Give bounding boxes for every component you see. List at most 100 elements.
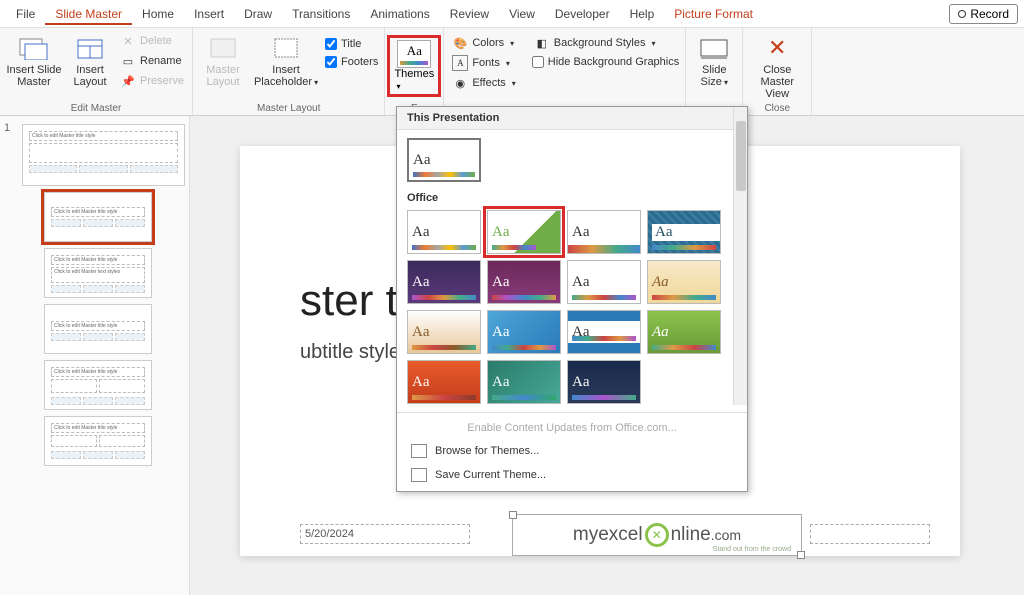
menu-transitions[interactable]: Transitions [282, 3, 360, 25]
title-checkbox[interactable]: Title [325, 36, 378, 52]
rename-button[interactable]: ▭Rename [118, 52, 186, 70]
hide-background-checkbox[interactable]: Hide Background Graphics [532, 54, 679, 70]
theme-facet[interactable]: Aa [487, 210, 561, 254]
themes-highlight: Aa Themes▾ [387, 35, 441, 97]
folder-icon [411, 444, 427, 458]
thumbnail-pane[interactable]: 1 Click to edit Master title style Click… [0, 116, 190, 595]
master-layout-button: Master Layout [199, 30, 247, 88]
theme-berlin[interactable]: Aa [407, 360, 481, 404]
menu-home[interactable]: Home [132, 3, 184, 25]
group-themes: Aa Themes▾ E [385, 28, 444, 115]
save-icon [411, 468, 427, 482]
menu-view[interactable]: View [499, 3, 545, 25]
menu-help[interactable]: Help [620, 3, 665, 25]
effects-icon: ◉ [452, 75, 468, 91]
logo-tagline: Stand out from the crowd [713, 546, 791, 553]
theme-retrospect[interactable]: Aa [647, 260, 721, 304]
menu-insert[interactable]: Insert [184, 3, 234, 25]
insert-layout-button[interactable]: Insert Layout [68, 30, 112, 88]
enable-content-updates: Enable Content Updates from Office.com..… [397, 417, 747, 439]
preserve-icon: 📌 [120, 73, 136, 89]
group-master-layout: Master Layout Insert Placeholder▾ Title … [193, 28, 385, 115]
preserve-button: 📌Preserve [118, 72, 186, 90]
theme-wisp[interactable]: Aa [487, 310, 561, 354]
master-layout-icon [207, 34, 239, 62]
insert-layout-label: Insert Layout [68, 64, 112, 88]
dropdown-section-office: Office [397, 190, 747, 210]
save-current-theme[interactable]: Save Current Theme... [397, 463, 747, 487]
slide-number: 1 [4, 122, 18, 134]
bg-styles-icon: ◧ [534, 35, 550, 51]
group-label-edit-master: Edit Master [6, 102, 186, 114]
group-background: 🎨Colors▾ AFonts▾ ◉Effects▾ ◧Background S… [444, 28, 686, 115]
theme-office[interactable]: Aa [407, 210, 481, 254]
theme-gallery[interactable]: Aa [567, 210, 641, 254]
close-icon: ✕ [761, 34, 793, 62]
menu-slide-master[interactable]: Slide Master [45, 3, 132, 25]
master-thumbnail[interactable]: Click to edit Master title style [22, 124, 185, 186]
browse-themes[interactable]: Browse for Themes... [397, 439, 747, 463]
master-layout-label: Master Layout [199, 64, 247, 88]
fonts-button[interactable]: AFonts▾ [450, 54, 517, 72]
fonts-icon: A [452, 55, 468, 71]
theme-current[interactable]: Aa [407, 138, 481, 182]
placeholder-icon [270, 34, 302, 62]
theme-organic[interactable]: Aa [567, 260, 641, 304]
group-size: Slide Size▾ [686, 28, 743, 115]
slide-size-label: Slide Size▾ [692, 64, 736, 88]
rename-icon: ▭ [120, 53, 136, 69]
menu-picture-format[interactable]: Picture Format [664, 3, 763, 25]
group-label-close: Close [749, 102, 805, 114]
theme-integral[interactable]: Aa [647, 210, 721, 254]
insert-slide-master-label: Insert Slide Master [6, 64, 62, 88]
insert-placeholder-button[interactable]: Insert Placeholder▾ [253, 30, 319, 88]
group-edit-master: Insert Slide Master Insert Layout ✕Delet… [0, 28, 193, 115]
slide-master-icon [18, 34, 50, 62]
insert-layout-icon [74, 34, 106, 62]
menu-animations[interactable]: Animations [360, 3, 439, 25]
layout-thumbnail-2[interactable]: Click to edit Master title style Click t… [44, 248, 152, 298]
layout-thumbnail-5[interactable]: Click to edit Master title style [44, 416, 152, 466]
effects-button[interactable]: ◉Effects▾ [450, 74, 517, 92]
layout-thumbnail-1[interactable]: Click to edit Master title style [44, 192, 152, 242]
background-styles-button[interactable]: ◧Background Styles▾ [532, 34, 679, 52]
themes-button[interactable]: Aa Themes▾ [392, 40, 436, 92]
theme-banded[interactable]: Aa [567, 310, 641, 354]
slide-size-button[interactable]: Slide Size▾ [692, 30, 736, 88]
close-master-label: Close Master View [749, 64, 805, 100]
slide-subtitle-placeholder[interactable]: ubtitle style [300, 341, 400, 364]
delete-icon: ✕ [120, 33, 136, 49]
theme-ion[interactable]: Aa [407, 260, 481, 304]
menu-review[interactable]: Review [440, 3, 499, 25]
colors-button[interactable]: 🎨Colors▾ [450, 34, 517, 52]
theme-slice[interactable]: Aa [407, 310, 481, 354]
insert-placeholder-label: Insert Placeholder▾ [253, 64, 319, 88]
themes-dropdown: This Presentation Aa Office Aa Aa Aa Aa … [396, 106, 748, 492]
insert-slide-master-button[interactable]: Insert Slide Master [6, 30, 62, 88]
slide-number-placeholder[interactable] [810, 524, 930, 544]
dropdown-section-this-presentation: This Presentation [397, 107, 747, 130]
theme-damask[interactable]: Aa [567, 360, 641, 404]
date-placeholder[interactable]: 5/20/2024 [300, 524, 470, 544]
menu-draw[interactable]: Draw [234, 3, 282, 25]
theme-grid: Aa Aa Aa Aa Aa Aa Aa Aa Aa Aa Aa Aa Aa A… [397, 210, 747, 412]
dropdown-footer: Enable Content Updates from Office.com..… [397, 412, 747, 491]
group-label-master-layout: Master Layout [199, 102, 378, 114]
menu-bar: File Slide Master Home Insert Draw Trans… [0, 0, 1024, 28]
slide-size-icon [698, 34, 730, 62]
footers-checkbox[interactable]: Footers [325, 54, 378, 70]
layout-thumbnail-4[interactable]: Click to edit Master title style [44, 360, 152, 410]
record-icon [958, 10, 966, 18]
theme-circuit[interactable]: Aa [487, 360, 561, 404]
logo-image[interactable]: myexcel nline .com Stand out from the cr… [512, 514, 802, 556]
theme-basis[interactable]: Aa [647, 310, 721, 354]
menu-developer[interactable]: Developer [545, 3, 620, 25]
close-master-view-button[interactable]: ✕ Close Master View [749, 30, 805, 100]
dropdown-scrollbar[interactable] [733, 107, 747, 405]
menu-file[interactable]: File [6, 3, 45, 25]
layout-thumbnail-3[interactable]: Click to edit Master title style [44, 304, 152, 354]
ribbon: Insert Slide Master Insert Layout ✕Delet… [0, 28, 1024, 116]
theme-ion-boardroom[interactable]: Aa [487, 260, 561, 304]
themes-icon: Aa [397, 40, 431, 68]
record-button[interactable]: Record [949, 4, 1018, 24]
